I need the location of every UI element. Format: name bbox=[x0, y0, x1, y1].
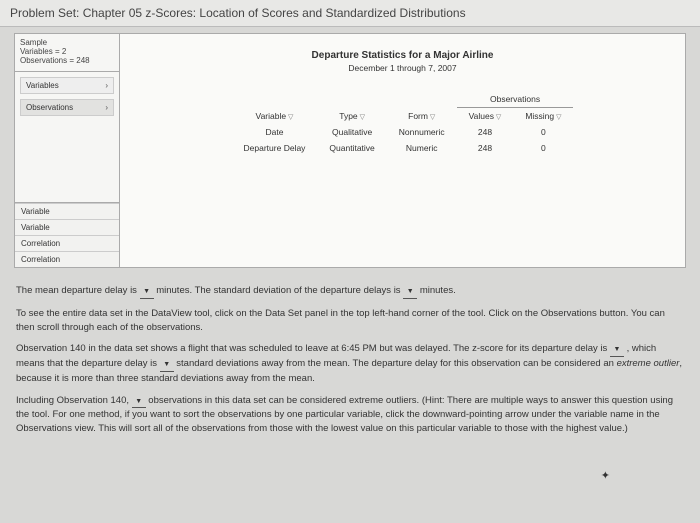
col-type[interactable]: Type bbox=[317, 108, 386, 125]
page-title: Problem Set: Chapter 05 z-Scores: Locati… bbox=[10, 6, 466, 20]
dropdown-sd-away[interactable]: ▼ bbox=[160, 357, 174, 372]
mid-nav: Variables › Observations › bbox=[15, 72, 119, 203]
bottom-nav-variable-b[interactable]: Variable bbox=[15, 219, 119, 235]
table-row: Departure Delay Quantitative Numeric 248… bbox=[232, 140, 574, 156]
chevron-right-icon: › bbox=[105, 103, 108, 112]
cell-form: Numeric bbox=[387, 140, 457, 156]
triangle-down-icon: ▼ bbox=[407, 288, 414, 295]
page-header: Problem Set: Chapter 05 z-Scores: Locati… bbox=[0, 0, 700, 27]
cell-values: 248 bbox=[457, 124, 514, 140]
dropdown-sd[interactable]: ▼ bbox=[403, 284, 417, 299]
cell-values: 248 bbox=[457, 140, 514, 156]
triangle-down-icon: ▼ bbox=[613, 346, 620, 353]
cell-type: Quantitative bbox=[317, 140, 386, 156]
dataset-panel[interactable]: Sample Variables = 2 Observations = 248 bbox=[15, 34, 119, 72]
dataset-line-vars: Variables = 2 bbox=[20, 47, 114, 56]
dropdown-mean[interactable]: ▼ bbox=[140, 284, 154, 299]
cell-missing: 0 bbox=[513, 140, 573, 156]
tool-main: Departure Statistics for a Major Airline… bbox=[120, 34, 685, 267]
dropdown-outlier-count[interactable]: ▼ bbox=[132, 394, 146, 409]
triangle-down-icon: ▼ bbox=[135, 398, 142, 405]
col-group-observations: Observations bbox=[457, 91, 574, 108]
para-count-outliers: Including Observation 140, ▼ observation… bbox=[16, 394, 684, 436]
triangle-down-icon: ▼ bbox=[143, 288, 150, 295]
col-values[interactable]: Values bbox=[457, 108, 514, 125]
cell-form: Nonnumeric bbox=[387, 124, 457, 140]
bottom-nav-variable-a[interactable]: Variable bbox=[15, 203, 119, 219]
left-panels: Sample Variables = 2 Observations = 248 … bbox=[15, 34, 120, 267]
col-missing[interactable]: Missing bbox=[513, 108, 573, 125]
stats-table: Observations Variable Type Form Values M… bbox=[232, 91, 574, 156]
col-form[interactable]: Form bbox=[387, 108, 457, 125]
tool-body: Sample Variables = 2 Observations = 248 … bbox=[15, 34, 685, 267]
main-subtitle: December 1 through 7, 2007 bbox=[134, 63, 671, 73]
cursor-icon: ✦ bbox=[601, 469, 610, 485]
cell-variable: Date bbox=[232, 124, 318, 140]
chevron-right-icon: › bbox=[105, 81, 108, 90]
cell-missing: 0 bbox=[513, 124, 573, 140]
dataview-tool: Sample Variables = 2 Observations = 248 … bbox=[14, 33, 686, 268]
col-variable[interactable]: Variable bbox=[232, 108, 318, 125]
nav-variables-label: Variables bbox=[26, 81, 59, 90]
question-body: The mean departure delay is ▼ minutes. T… bbox=[0, 272, 700, 454]
bottom-nav: Variable Variable Correlation Correlatio… bbox=[15, 203, 119, 267]
nav-variables[interactable]: Variables › bbox=[20, 77, 114, 94]
dataset-line-obs: Observations = 248 bbox=[20, 56, 114, 65]
dropdown-zscore[interactable]: ▼ bbox=[610, 342, 624, 357]
para-instructions: To see the entire data set in the DataVi… bbox=[16, 307, 684, 335]
cell-type: Qualitative bbox=[317, 124, 386, 140]
dataset-line-sample: Sample bbox=[20, 38, 114, 47]
triangle-down-icon: ▼ bbox=[163, 361, 170, 368]
para-obs140: Observation 140 in the data set shows a … bbox=[16, 342, 684, 385]
nav-observations-label: Observations bbox=[26, 103, 73, 112]
para-mean-sd: The mean departure delay is ▼ minutes. T… bbox=[16, 284, 684, 299]
main-title: Departure Statistics for a Major Airline bbox=[134, 50, 671, 61]
table-row: Date Qualitative Nonnumeric 248 0 bbox=[232, 124, 574, 140]
nav-observations[interactable]: Observations › bbox=[20, 99, 114, 116]
bottom-nav-correlation-a[interactable]: Correlation bbox=[15, 235, 119, 251]
em-extreme-outlier: extreme outlier bbox=[617, 358, 680, 369]
bottom-nav-correlation-b[interactable]: Correlation bbox=[15, 251, 119, 267]
cell-variable: Departure Delay bbox=[232, 140, 318, 156]
